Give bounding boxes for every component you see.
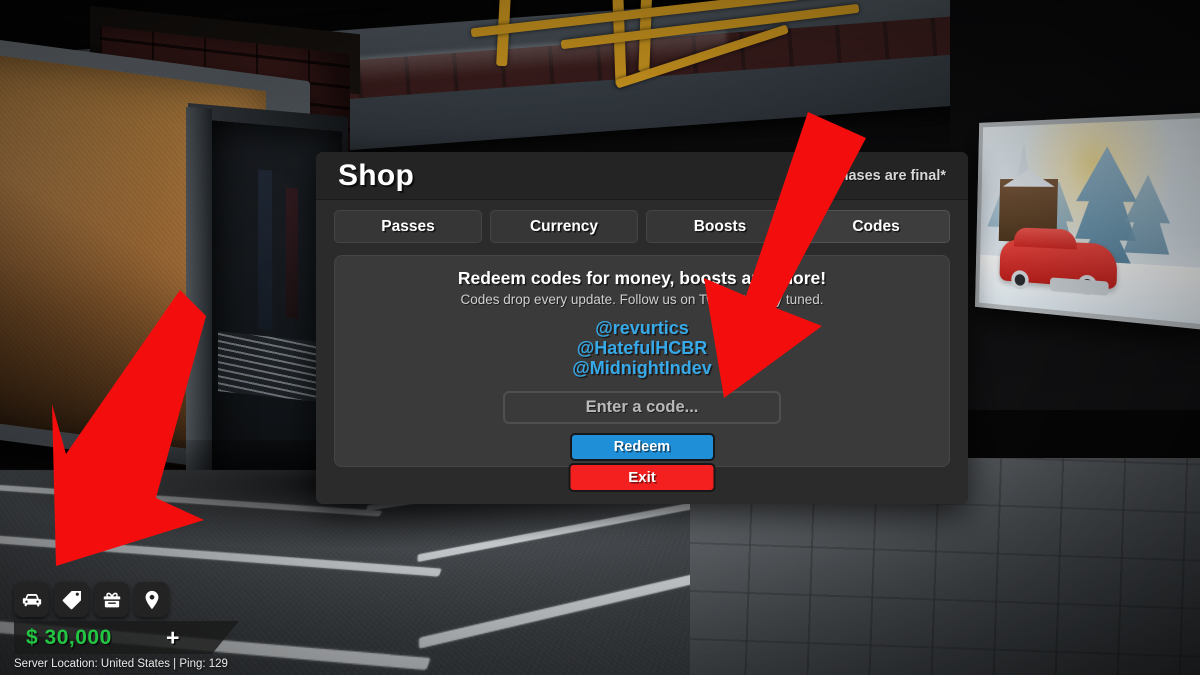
shop-tabs: Passes Currency Boosts Codes bbox=[316, 200, 968, 251]
poster-tree bbox=[1123, 175, 1171, 273]
shop-dialog: Shop All purchases are final* Passes Cur… bbox=[316, 152, 968, 504]
hud-button-map[interactable] bbox=[134, 582, 169, 617]
codes-heading: Redeem codes for money, boosts and more! bbox=[457, 268, 827, 288]
price-tag-icon bbox=[62, 590, 81, 609]
social-handle-link[interactable]: @revurtics bbox=[572, 318, 712, 338]
tab-passes[interactable]: Passes bbox=[334, 210, 482, 243]
hud-button-rewards[interactable] bbox=[94, 582, 129, 617]
poster-artwork bbox=[979, 117, 1200, 325]
add-money-button[interactable]: + bbox=[166, 626, 179, 649]
codes-subheading: Codes drop every update. Follow us on Tw… bbox=[460, 292, 824, 307]
purchases-final-note: All purchases are final* bbox=[785, 167, 946, 184]
poster-red-car bbox=[999, 239, 1118, 296]
hud-button-vehicles[interactable] bbox=[14, 582, 49, 617]
tab-codes[interactable]: Codes bbox=[802, 210, 950, 243]
interior-object bbox=[258, 169, 272, 331]
game-hud: $ 30,000 + Server Location: United State… bbox=[0, 582, 300, 675]
page-title: Shop bbox=[338, 158, 415, 192]
social-handle-link[interactable]: @HatefulHCBR bbox=[572, 338, 712, 358]
social-handles-list: @revurtics @HatefulHCBR @MidnightIndev bbox=[572, 318, 712, 378]
car-icon bbox=[22, 593, 41, 607]
interior-object bbox=[286, 187, 298, 319]
hud-icons bbox=[0, 582, 300, 621]
tab-boosts[interactable]: Boosts bbox=[646, 210, 794, 243]
winter-car-poster bbox=[974, 111, 1200, 331]
poster-car-wheel bbox=[1077, 274, 1098, 296]
hud-button-shop[interactable] bbox=[54, 582, 89, 617]
codes-panel: Redeem codes for money, boosts and more!… bbox=[334, 255, 950, 467]
code-input[interactable] bbox=[503, 391, 781, 425]
money-amount: $ 30,000 bbox=[26, 625, 112, 649]
exit-button[interactable]: Exit bbox=[568, 463, 716, 492]
tab-currency[interactable]: Currency bbox=[490, 210, 638, 243]
location-pin-icon bbox=[145, 590, 158, 609]
social-handle-link[interactable]: @MidnightIndev bbox=[572, 358, 712, 378]
server-info: Server Location: United States | Ping: 1… bbox=[14, 658, 228, 670]
gift-icon bbox=[103, 592, 120, 607]
redeem-button[interactable]: Redeem bbox=[569, 433, 715, 462]
shop-header: Shop All purchases are final* bbox=[316, 152, 968, 200]
money-bar: $ 30,000 + bbox=[14, 621, 239, 654]
